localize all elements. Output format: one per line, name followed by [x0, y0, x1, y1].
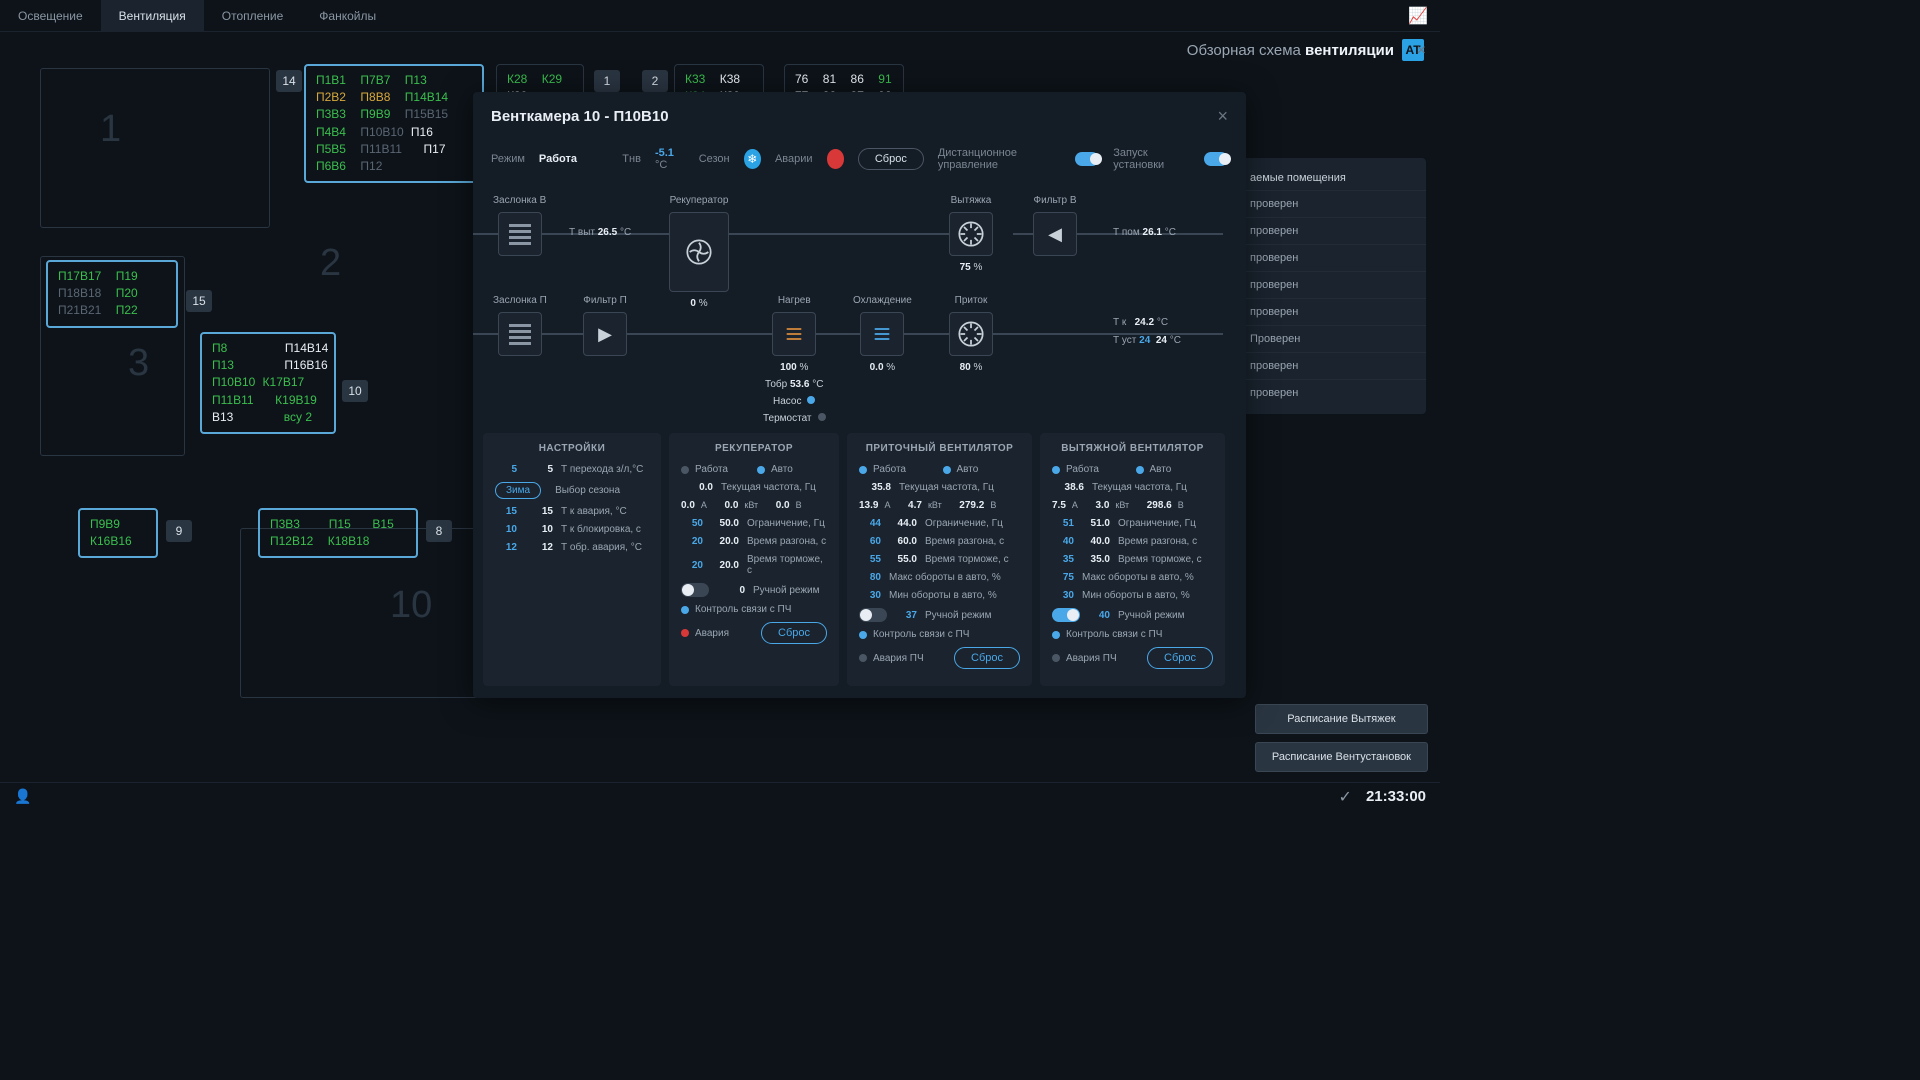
tagbox-14[interactable]: П1В1 П7В7 П13 П2В2 П8В8 П14В14 П3В3 П9В9… [304, 64, 484, 183]
schedule-units-button[interactable]: Расписание Вентустановок [1255, 742, 1428, 772]
unit-modal: Венткамера 10 - П10В10 × Режим Работа Тн… [473, 92, 1246, 698]
exhaust-manual-toggle[interactable] [1052, 608, 1080, 622]
alarm-icon [827, 149, 844, 169]
sidepanel-row[interactable]: проверен [1236, 190, 1426, 217]
season-label: Сезон [699, 153, 730, 165]
start-label: Запуск установки [1113, 147, 1189, 171]
zone-num-9[interactable]: 9 [166, 520, 192, 542]
panel-recuperator: РЕКУПЕРАТОР РаботаАвто 0.0Текущая частот… [669, 433, 839, 686]
unit-cool: Охлаждение 0.0 % [853, 295, 912, 373]
chart-icon[interactable]: 📈 [1396, 6, 1440, 26]
sidepanel-row[interactable]: Проверен [1236, 325, 1426, 352]
page-header: Обзорная схема вентиляции AT [0, 32, 1440, 68]
zone-num-15[interactable]: 15 [186, 290, 212, 312]
sidepanel-header: аемые помещения [1236, 166, 1426, 190]
zone-1-num: 1 [100, 108, 121, 151]
sidepanel-row[interactable]: проверен [1236, 379, 1426, 406]
sidepanel-row[interactable]: проверен [1236, 244, 1426, 271]
panel-settings: НАСТРОЙКИ 55Т перехода з/л,°C ЗимаВыбор … [483, 433, 661, 686]
zone-num-10[interactable]: 10 [342, 380, 368, 402]
panel-supply-fan: ПРИТОЧНЫЙ ВЕНТИЛЯТОР РаботаАвто 35.8Теку… [847, 433, 1032, 686]
unit-heat: Нагрев 100 % Тобр 53.6 °C Насос Термоста… [763, 295, 826, 424]
zone-2-num: 2 [320, 242, 341, 285]
tnv-value: -5.1 [655, 147, 674, 159]
zone-1-outline [40, 68, 270, 228]
tab-heating[interactable]: Отопление [204, 0, 302, 32]
page-title: Обзорная схема вентиляции [1187, 42, 1394, 59]
tagbox-15[interactable]: П17В17 П19 П18В18 П20 П21В21 П22 [46, 260, 178, 328]
side-panel: аемые помещения проверен проверен провер… [1236, 158, 1426, 414]
recup-manual-toggle[interactable] [681, 583, 709, 597]
unit-damper-p: Заслонка П [493, 295, 547, 356]
tab-fancoils[interactable]: Фанкойлы [301, 0, 394, 32]
tagbox-9[interactable]: П9В9К16В16 [78, 508, 158, 558]
remote-toggle[interactable] [1075, 152, 1099, 166]
mode-value: Работа [539, 153, 577, 165]
zone-num-14[interactable]: 14 [276, 70, 302, 92]
sidepanel-row[interactable]: проверен [1236, 271, 1426, 298]
sidepanel-row[interactable]: проверен [1236, 352, 1426, 379]
unit-filter-p: Фильтр П ▶ [583, 295, 627, 356]
unit-recuperator: Рекуператор 0 % [669, 195, 729, 309]
zone-num-8[interactable]: 8 [426, 520, 452, 542]
season-chip[interactable]: Зима [495, 482, 541, 499]
panel-exhaust-fan: ВЫТЯЖНОЙ ВЕНТИЛЯТОР РаботаАвто 38.6Текущ… [1040, 433, 1225, 686]
recup-reset-button[interactable]: Сброс [761, 622, 827, 644]
schedule-exhaust-button[interactable]: Расписание Вытяжек [1255, 704, 1428, 734]
top-nav: Освещение Вентиляция Отопление Фанкойлы … [0, 0, 1440, 32]
reset-button[interactable]: Сброс [858, 148, 924, 170]
remote-label: Дистанционное управление [938, 147, 1061, 171]
unit-filter-v: Фильтр В ◀ [1033, 195, 1077, 256]
zone-num-2[interactable]: 2 [642, 70, 668, 92]
flow-diagram: Заслонка В Т выт 26.5 °C Рекуператор 0 %… [473, 185, 1246, 433]
alarm-label: Аварии [775, 153, 813, 165]
supply-reset-button[interactable]: Сброс [954, 647, 1020, 669]
tagbox-8[interactable]: П3В3 П15 В15 П12В12 К18В18 [258, 508, 418, 558]
snowflake-icon: ❄ [744, 149, 761, 169]
supply-manual-toggle[interactable] [859, 608, 887, 622]
status-row: Режим Работа Тнв -5.1 °C Сезон ❄ Аварии … [473, 141, 1246, 185]
mode-label: Режим [491, 153, 525, 165]
unit-supply: Приток 80 % [949, 295, 993, 373]
check-icon[interactable]: ✓ [1339, 787, 1352, 807]
unit-exhaust: Вытяжка 75 % [949, 195, 993, 273]
status-bar: 👤 ✓ 21:33:00 [0, 782, 1440, 810]
sidepanel-row[interactable]: проверен [1236, 298, 1426, 325]
page-close-icon[interactable]: × [1417, 42, 1426, 60]
zone-num-1[interactable]: 1 [594, 70, 620, 92]
user-icon[interactable]: 👤 [14, 788, 31, 805]
modal-title: Венткамера 10 - П10В10 [491, 108, 1217, 125]
tnv-label: Тнв [622, 153, 641, 165]
sidepanel-row[interactable]: проверен [1236, 217, 1426, 244]
panel-settings-title: НАСТРОЙКИ [495, 443, 649, 454]
clock: 21:33:00 [1366, 788, 1426, 805]
start-toggle[interactable] [1204, 152, 1228, 166]
exhaust-reset-button[interactable]: Сброс [1147, 647, 1213, 669]
close-icon[interactable]: × [1217, 106, 1228, 127]
unit-damper-v: Заслонка В [493, 195, 546, 256]
tab-ventilation[interactable]: Вентиляция [101, 0, 204, 32]
tab-lighting[interactable]: Освещение [0, 0, 101, 32]
tagbox-10[interactable]: П8 П14В14 П13 П16В16 П10В10 К17В17 П11В1… [200, 332, 336, 434]
